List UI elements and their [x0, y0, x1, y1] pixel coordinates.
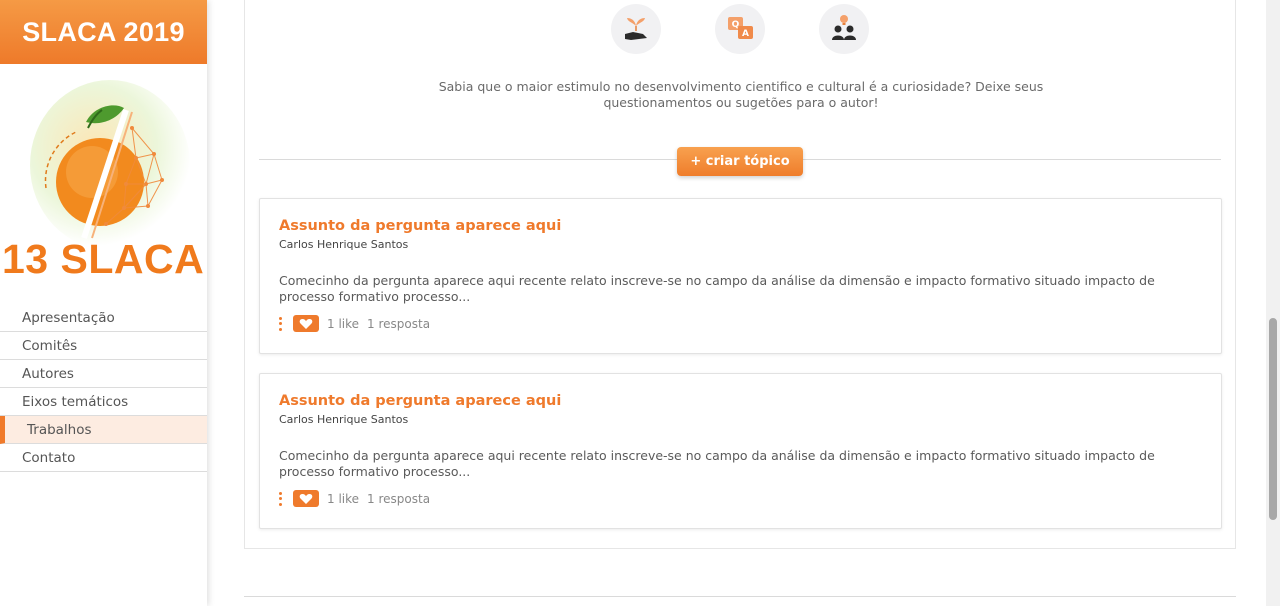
event-logo: 13 SLACA [0, 64, 207, 284]
heart-icon [299, 493, 313, 504]
logo-text: 13 SLACA [2, 236, 205, 282]
topic-excerpt: Comecinho da pergunta aparece aqui recen… [279, 273, 1155, 304]
sidebar-item-comites[interactable]: Comitês [0, 332, 207, 360]
like-button[interactable] [293, 490, 319, 507]
brand-title: SLACA 2019 [22, 16, 185, 47]
reply-count[interactable]: 1 resposta [367, 317, 430, 331]
sidebar-item-apresentacao[interactable]: Apresentação [0, 304, 207, 332]
intro-text: Sabia que o maior estimulo no desenvolvi… [245, 79, 1237, 111]
sidebar-nav: Apresentação Comitês Autores Eixos temát… [0, 304, 207, 472]
create-topic-button[interactable]: + criar tópico [677, 147, 803, 176]
topic-card: Assunto da pergunta aparece aqui Carlos … [259, 373, 1222, 529]
topic-title[interactable]: Assunto da pergunta aparece aqui [279, 393, 561, 409]
more-options-icon[interactable] [279, 491, 283, 506]
qa-bubbles-icon: Q A [715, 4, 765, 54]
topic-actions: 1 like 1 resposta [279, 315, 430, 332]
sidebar: SLACA 2019 13 SLACA Apresentação Comitês… [0, 0, 207, 606]
footer-divider [244, 596, 1236, 597]
like-button[interactable] [293, 315, 319, 332]
hand-plant-icon [611, 4, 661, 54]
sidebar-item-trabalhos[interactable]: Trabalhos [0, 416, 207, 444]
topic-author: Carlos Henrique Santos [279, 238, 409, 251]
scrollbar-thumb[interactable] [1269, 318, 1277, 520]
intro-paragraph: Sabia que o maior estimulo no desenvolvi… [438, 79, 1044, 110]
brand-header[interactable]: SLACA 2019 [0, 0, 207, 64]
topic-author: Carlos Henrique Santos [279, 413, 409, 426]
topic-actions: 1 like 1 resposta [279, 490, 430, 507]
topic-card: Assunto da pergunta aparece aqui Carlos … [259, 198, 1222, 354]
more-options-icon[interactable] [279, 316, 283, 331]
orange-logo-icon [44, 105, 164, 239]
sidebar-item-eixos-tematicos[interactable]: Eixos temáticos [0, 388, 207, 416]
topic-excerpt: Comecinho da pergunta aparece aqui recen… [279, 448, 1155, 479]
sidebar-item-contato[interactable]: Contato [0, 444, 207, 472]
sidebar-item-autores[interactable]: Autores [0, 360, 207, 388]
people-idea-icon [819, 4, 869, 54]
heart-icon [299, 318, 313, 329]
page-scrollbar[interactable] [1266, 0, 1280, 606]
like-count: 1 like [327, 491, 360, 506]
reply-count[interactable]: 1 resposta [367, 492, 430, 506]
topic-icons-row: Q A [611, 4, 869, 54]
svg-text:A: A [742, 29, 749, 39]
topics-panel: Q A Sabia que o maior estimulo no desenv… [244, 0, 1236, 549]
topic-title[interactable]: Assunto da pergunta aparece aqui [279, 218, 561, 234]
like-count: 1 like [327, 316, 360, 331]
